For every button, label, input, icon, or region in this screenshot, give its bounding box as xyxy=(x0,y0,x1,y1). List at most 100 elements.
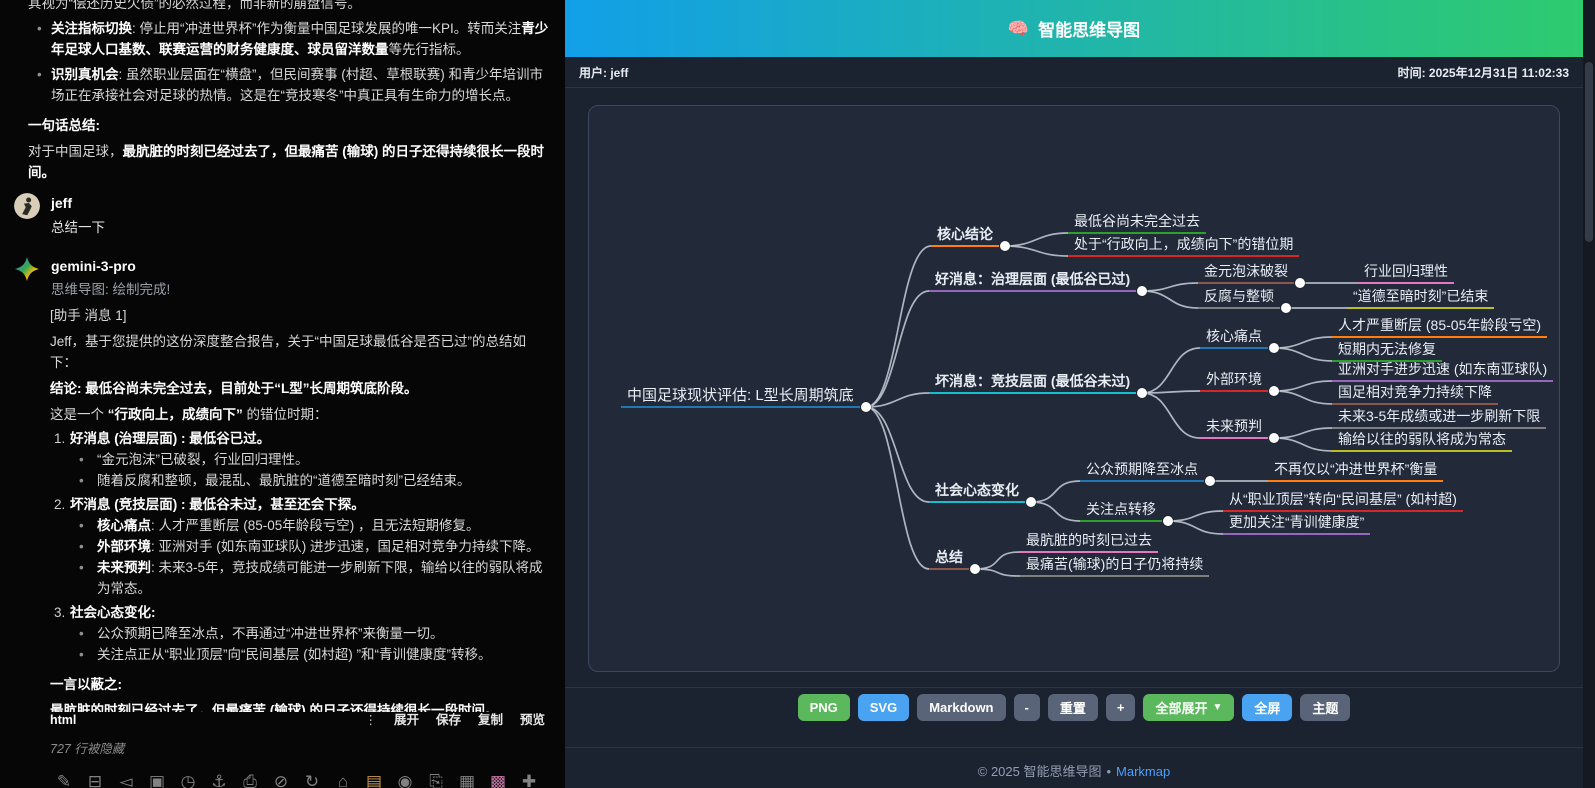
toolbar-button-png[interactable]: PNG xyxy=(798,694,850,721)
toolbar-button-全部展开[interactable]: 全部展开▼ xyxy=(1143,694,1234,721)
attachment-toolbar-icon[interactable]: ◷ xyxy=(179,772,197,788)
collapse-dot[interactable] xyxy=(1269,343,1279,353)
mindmap-node[interactable]: 社会心态变化 xyxy=(929,481,1025,503)
mindmap-node[interactable]: 中国足球现状评估: L型长周期筑底 xyxy=(621,386,860,408)
toolbar-button-重置[interactable]: 重置 xyxy=(1048,694,1098,721)
runner-avatar-icon xyxy=(14,193,40,219)
collapse-dot[interactable] xyxy=(1137,286,1147,296)
bullet-dot: • xyxy=(79,623,97,644)
mindmap-node[interactable]: 关注点转移 xyxy=(1080,500,1162,522)
attachment-toolbar-icon[interactable]: ⎙ xyxy=(241,772,259,788)
toolbar-button-markdown[interactable]: Markdown xyxy=(917,694,1005,721)
attachment-toolbar-icon[interactable]: ▤ xyxy=(365,772,383,788)
code-action-button[interactable]: 复制 xyxy=(478,710,503,731)
chat-line: •关注点正从“职业顶层”向“民间基层 (如村超) ”和“青训健康度”转移。 xyxy=(50,644,551,665)
mindmap-node[interactable]: 国足相对竞争力持续下降 xyxy=(1332,383,1498,405)
list-number: 1. xyxy=(54,428,70,449)
attachment-toolbar-icon[interactable]: ⊟ xyxy=(86,772,104,788)
chat-line: 结论: 最低谷尚未完全过去，目前处于“L型”长周期筑底阶段。 xyxy=(50,378,551,399)
mindmap-node[interactable]: 最肮脏的时刻已过去 xyxy=(1020,531,1158,553)
collapse-dot[interactable] xyxy=(970,564,980,574)
attachment-toolbar-icon[interactable]: ✚ xyxy=(520,772,538,788)
code-language-label: html xyxy=(50,710,76,731)
attachment-toolbar-icon[interactable]: ◅ xyxy=(117,772,135,788)
collapse-dot[interactable] xyxy=(1295,278,1305,288)
mindmap-node[interactable]: 短期内无法修复 xyxy=(1332,340,1442,362)
chat-line: •识别真机会: 虽然职业层面在“横盘”，但民间赛事 (村超、草根联赛) 和青少年… xyxy=(28,64,551,106)
page-scrollbar[interactable] xyxy=(1583,0,1595,788)
mindmap-node[interactable]: 更加关注“青训健康度” xyxy=(1223,513,1370,535)
kebab-menu-icon[interactable]: ⋮ xyxy=(364,710,377,731)
collapse-dot[interactable] xyxy=(1000,241,1010,251)
mindmap-node[interactable]: 不再仅以“冲进世界杯”衡量 xyxy=(1268,460,1443,482)
collapse-dot[interactable] xyxy=(1205,476,1215,486)
bullet-dot: • xyxy=(79,536,97,557)
attachment-toolbar-icon[interactable]: ⌂ xyxy=(334,772,352,788)
mindmap-node[interactable]: 人才严重断层 (85-05年龄段亏空) xyxy=(1332,316,1547,338)
mindmap-node[interactable]: 未来3-5年成绩或进一步刷新下限 xyxy=(1332,407,1546,429)
mindmap-node[interactable]: 公众预期降至冰点 xyxy=(1080,460,1204,482)
code-action-button[interactable]: 预览 xyxy=(520,710,545,731)
app-title: 智能思维导图 xyxy=(1038,16,1140,41)
mindmap-node[interactable]: “道德至暗时刻”已结束 xyxy=(1347,287,1494,309)
mindmap-node[interactable]: 最低谷尚未完全过去 xyxy=(1068,212,1206,234)
brain-icon: 🧠 xyxy=(1008,19,1029,39)
collapse-dot[interactable] xyxy=(1137,388,1147,398)
mindmap-node[interactable]: 金元泡沫破裂 xyxy=(1198,262,1294,284)
mindmap-node[interactable]: 反腐与整顿 xyxy=(1198,287,1280,309)
code-action-button[interactable]: 保存 xyxy=(436,710,461,731)
mindmap-node[interactable]: 坏消息：竞技层面 (最低谷未过) xyxy=(929,372,1136,394)
mindmap-node[interactable]: 好消息：治理层面 (最低谷已过) xyxy=(929,270,1136,292)
markmap-link[interactable]: Markmap xyxy=(1116,764,1170,779)
attachment-toolbar-icon[interactable]: ◉ xyxy=(396,772,414,788)
chat-line: 这是一个 “行政向上，成绩向下” 的错位时期： xyxy=(50,404,551,425)
mindmap-node[interactable]: 核心痛点 xyxy=(1200,327,1268,349)
hidden-lines-info: 727 行被隐藏 xyxy=(50,739,545,760)
chat-line: •关注指标切换: 停止用“冲进世界杯”作为衡量中国足球发展的唯一KPI。转而关注… xyxy=(28,18,551,60)
mindmap-node[interactable]: 核心结论 xyxy=(931,225,999,247)
mindmap-node[interactable]: 从“职业顶层”转向“民间基层” (如村超) xyxy=(1223,490,1463,512)
attachment-toolbar-icon[interactable]: ↻ xyxy=(303,772,321,788)
scrollbar-thumb[interactable] xyxy=(1585,62,1593,242)
collapse-dot[interactable] xyxy=(861,402,871,412)
toolbar-button-全屏[interactable]: 全屏 xyxy=(1242,694,1292,721)
mindmap-toolbar: PNG SVG Markdown-重置 + 全部展开▼ 全屏主题 xyxy=(565,687,1583,721)
mindmap-node[interactable]: 总结 xyxy=(929,548,969,570)
mindmap-node[interactable]: 最痛苦(输球)的日子仍将持续 xyxy=(1020,555,1209,577)
bullet-dot: • xyxy=(37,18,51,60)
chat-line: •外部环境: 亚洲对手 (如东南亚球队) 进步迅速，国足相对竞争力持续下降。 xyxy=(50,536,551,557)
mindmap-node[interactable]: 外部环境 xyxy=(1200,370,1268,392)
list-number: 2. xyxy=(54,494,70,515)
attachment-toolbar-icon[interactable]: ✎ xyxy=(55,772,73,788)
toolbar-button-+[interactable]: + xyxy=(1106,694,1136,721)
toolbar-button--[interactable]: - xyxy=(1014,694,1040,721)
mindmap-canvas[interactable]: 中国足球现状评估: L型长周期筑底 核心结论 最低谷尚未完全过去处于“行政向上，成绩… xyxy=(588,105,1560,672)
collapse-dot[interactable] xyxy=(1026,497,1036,507)
collapse-dot[interactable] xyxy=(1269,386,1279,396)
user-name: jeff xyxy=(51,193,105,213)
mindmap-node[interactable]: 行业回归理性 xyxy=(1358,262,1454,284)
chat-line: 一句话总结: xyxy=(28,115,551,136)
mindmap-node[interactable]: 输给以往的弱队将成为常态 xyxy=(1332,430,1512,452)
toolbar-button-svg[interactable]: SVG xyxy=(858,694,909,721)
code-action-button[interactable]: 展开 xyxy=(394,710,419,731)
collapse-dot[interactable] xyxy=(1281,303,1291,313)
attachment-toolbar-icon[interactable]: ▩ xyxy=(489,772,507,788)
mindmap-node[interactable]: 亚洲对手进步迅速 (如东南亚球队) xyxy=(1332,360,1553,382)
chat-line: •“金元泡沫”已破裂，行业回归理性。 xyxy=(50,449,551,470)
collapse-dot[interactable] xyxy=(1269,433,1279,443)
mindmap-node[interactable]: 未来预判 xyxy=(1200,417,1268,439)
toolbar-button-主题[interactable]: 主题 xyxy=(1300,694,1350,721)
attachment-toolbar-icon[interactable]: ▣ xyxy=(148,772,166,788)
list-number: 3. xyxy=(54,602,70,623)
attachment-toolbar-icon[interactable]: ⚓ xyxy=(210,772,228,788)
chat-scroll-area[interactable]: 其视为“偿还历史欠债”的必然过程，而非新的崩盘信号。•关注指标切换: 停止用“冲… xyxy=(0,0,565,712)
attachment-toolbar-icon[interactable]: ▦ xyxy=(458,772,476,788)
copyright-text: © 2025 智能思维导图 xyxy=(978,764,1102,779)
attachment-toolbar-icon[interactable]: ⎘ xyxy=(427,772,445,788)
chat-line: 2.坏消息 (竞技层面) : 最低谷未过，甚至还会下探。 xyxy=(50,494,551,515)
attachment-toolbar-icon[interactable]: ⊘ xyxy=(272,772,290,788)
collapse-dot[interactable] xyxy=(1163,516,1173,526)
chat-input-toolbar: ✎ ⊟ ◅ ▣ ◷ ⚓ ⎙ ⊘ ↻ ⌂ ▤ ◉ ⎘ ▦ ▩ ✚ xyxy=(55,772,538,788)
mindmap-node[interactable]: 处于“行政向上，成绩向下”的错位期 xyxy=(1068,235,1299,257)
